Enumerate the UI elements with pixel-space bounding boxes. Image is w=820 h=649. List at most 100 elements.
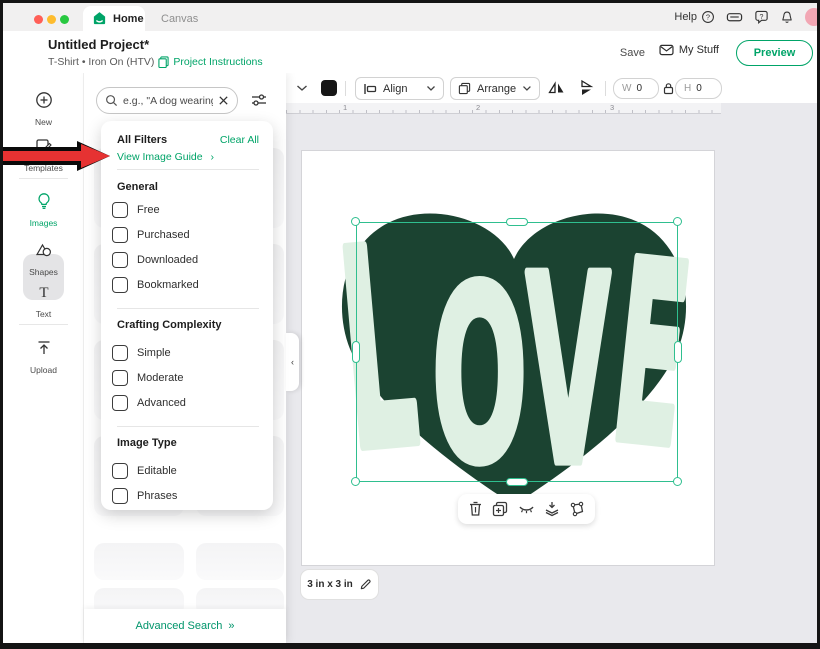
traffic-light-close[interactable] bbox=[34, 15, 43, 24]
canvas-workspace[interactable]: 1 2 3 L O V E bbox=[286, 103, 817, 643]
delete-icon[interactable] bbox=[468, 501, 483, 517]
project-instructions-link[interactable]: Project Instructions bbox=[173, 56, 262, 68]
traffic-light-zoom[interactable] bbox=[60, 15, 69, 24]
image-search-input[interactable]: e.g., "A dog wearing s bbox=[96, 87, 238, 114]
selection-handle-top-center[interactable] bbox=[506, 218, 528, 226]
sidebar-item-label: Images bbox=[30, 218, 58, 228]
filter-option-simple[interactable]: Simple bbox=[112, 345, 171, 361]
size-label: 3 in x 3 in bbox=[307, 579, 353, 590]
sidebar-item-label: Text bbox=[36, 309, 52, 319]
design-sidebar: New Templates Images Shapes T Text bbox=[3, 73, 84, 643]
envelope-icon bbox=[659, 44, 674, 56]
notifications-bell-icon[interactable] bbox=[780, 10, 794, 25]
clear-search-icon[interactable] bbox=[218, 95, 229, 106]
filters-sliders-icon[interactable] bbox=[250, 91, 270, 111]
my-stuff-button[interactable]: My Stuff bbox=[659, 44, 719, 56]
edit-toolbar: Align Arrange W 0 H 0 bbox=[286, 73, 817, 103]
search-placeholder: e.g., "A dog wearing s bbox=[123, 95, 213, 107]
search-icon bbox=[105, 94, 118, 107]
checkbox[interactable] bbox=[112, 252, 128, 268]
sidebar-item-images[interactable]: Images bbox=[10, 192, 77, 231]
filter-option-bookmarked[interactable]: Bookmarked bbox=[112, 277, 199, 293]
save-button[interactable]: Save bbox=[620, 47, 645, 59]
clear-all-button[interactable]: Clear All bbox=[220, 134, 259, 146]
machine-icon[interactable] bbox=[726, 10, 743, 24]
chevron-down-icon[interactable] bbox=[296, 73, 308, 103]
project-title: Untitled Project* bbox=[48, 37, 149, 52]
selection-handle-top-left[interactable] bbox=[351, 217, 360, 226]
checkbox[interactable] bbox=[112, 463, 128, 479]
toolbar-divider bbox=[605, 81, 606, 96]
sidebar-item-upload[interactable]: Upload bbox=[10, 339, 77, 378]
help-menu[interactable]: Help ? bbox=[674, 10, 715, 24]
selection-handle-top-right[interactable] bbox=[673, 217, 682, 226]
filter-option-editable[interactable]: Editable bbox=[112, 463, 177, 479]
selection-handle-bottom-left[interactable] bbox=[351, 477, 360, 486]
panel-collapse-handle[interactable]: ‹ bbox=[286, 333, 299, 391]
align-dropdown[interactable]: Align bbox=[355, 77, 444, 100]
upload-icon bbox=[35, 339, 53, 357]
sidebar-item-label: New bbox=[35, 117, 52, 127]
checkbox[interactable] bbox=[112, 277, 128, 293]
selection-bounding-box[interactable] bbox=[356, 222, 678, 482]
selection-handle-bottom-center[interactable] bbox=[506, 478, 528, 486]
traffic-light-minimize[interactable] bbox=[47, 15, 56, 24]
filter-option-phrases[interactable]: Phrases bbox=[112, 488, 177, 504]
lightbulb-icon bbox=[35, 192, 53, 210]
checkbox[interactable] bbox=[112, 488, 128, 504]
view-image-guide-link[interactable]: View Image Guide › bbox=[117, 151, 214, 163]
instructions-doc-icon bbox=[158, 56, 169, 68]
filter-option-advanced[interactable]: Advanced bbox=[112, 395, 186, 411]
advanced-search-label: Advanced Search bbox=[136, 620, 223, 632]
checkbox[interactable] bbox=[112, 370, 128, 386]
lock-icon[interactable] bbox=[663, 73, 674, 103]
tab-home-label: Home bbox=[113, 13, 144, 25]
checkbox-label: Advanced bbox=[137, 397, 186, 409]
tab-home[interactable]: Home bbox=[83, 6, 145, 31]
filter-option-moderate[interactable]: Moderate bbox=[112, 370, 183, 386]
checkbox[interactable] bbox=[112, 395, 128, 411]
flip-horizontal-icon[interactable] bbox=[548, 73, 565, 103]
width-label: W bbox=[622, 83, 631, 94]
sidebar-item-new[interactable]: New bbox=[10, 91, 77, 130]
filter-option-purchased[interactable]: Purchased bbox=[112, 227, 190, 243]
svg-text:T: T bbox=[39, 285, 48, 301]
machine-material-label: T-Shirt • Iron On (HTV) bbox=[48, 56, 154, 68]
hide-icon[interactable] bbox=[518, 502, 535, 516]
flatten-icon[interactable] bbox=[544, 501, 560, 517]
filter-option-downloaded[interactable]: Downloaded bbox=[112, 252, 198, 268]
preview-button[interactable]: Preview bbox=[736, 40, 813, 66]
advanced-search-link[interactable]: Advanced Search » bbox=[84, 609, 286, 643]
checkbox[interactable] bbox=[112, 345, 128, 361]
selection-handle-middle-right[interactable] bbox=[674, 341, 682, 363]
sidebar-item-templates[interactable]: Templates bbox=[10, 137, 77, 176]
artboard-size-badge[interactable]: 3 in x 3 in bbox=[300, 569, 379, 600]
color-swatch[interactable] bbox=[321, 80, 337, 96]
checkbox[interactable] bbox=[112, 202, 128, 218]
arrange-dropdown[interactable]: Arrange bbox=[450, 77, 540, 100]
feedback-chat-icon[interactable]: ? bbox=[754, 10, 769, 25]
width-field[interactable]: W 0 bbox=[613, 78, 659, 99]
checkbox[interactable] bbox=[112, 227, 128, 243]
duplicate-icon[interactable] bbox=[492, 501, 508, 517]
checkbox-label: Editable bbox=[137, 465, 177, 477]
chevron-right-icon: › bbox=[211, 151, 215, 163]
selection-handle-middle-left[interactable] bbox=[352, 341, 360, 363]
sidebar-item-text[interactable]: T Text bbox=[10, 283, 77, 322]
height-field[interactable]: H 0 bbox=[675, 78, 722, 99]
tab-canvas[interactable]: Canvas bbox=[153, 6, 206, 31]
checkbox-label: Simple bbox=[137, 347, 171, 359]
sidebar-item-shapes[interactable]: Shapes bbox=[10, 241, 77, 280]
filter-option-free[interactable]: Free bbox=[112, 202, 160, 218]
edit-pencil-icon[interactable] bbox=[359, 578, 372, 591]
checkbox-label: Bookmarked bbox=[137, 279, 199, 291]
ruler-number: 3 bbox=[610, 103, 614, 112]
flip-vertical-icon[interactable] bbox=[578, 73, 595, 103]
checkbox-label: Phrases bbox=[137, 490, 177, 502]
filter-section-crafting-complexity: Crafting Complexity bbox=[117, 319, 222, 331]
checkbox-label: Downloaded bbox=[137, 254, 198, 266]
user-avatar[interactable] bbox=[805, 8, 820, 26]
weld-icon[interactable] bbox=[569, 501, 585, 517]
selection-handle-bottom-right[interactable] bbox=[673, 477, 682, 486]
sidebar-item-label: Templates bbox=[24, 163, 63, 173]
